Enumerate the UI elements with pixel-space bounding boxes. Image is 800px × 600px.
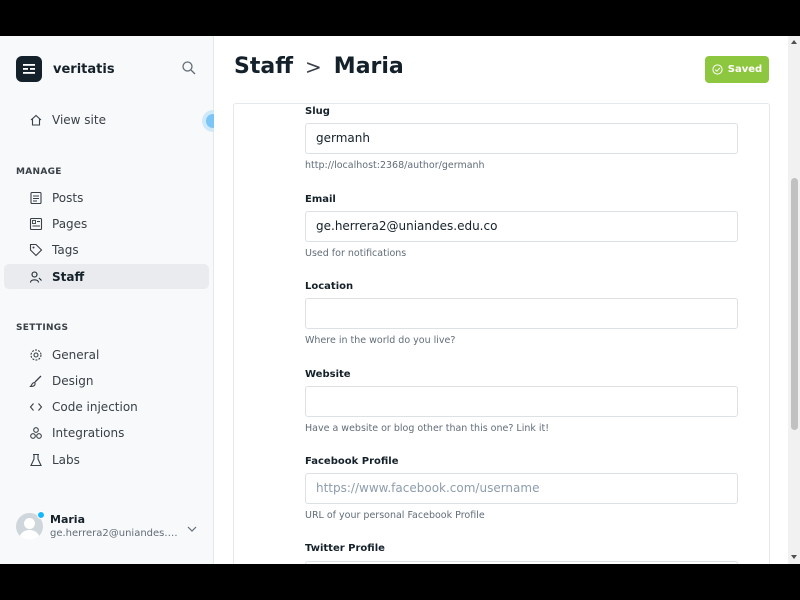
app-window: veritatis View site MANAGE Posts Pages T… xyxy=(0,36,800,564)
sidebar: veritatis View site MANAGE Posts Pages T… xyxy=(0,36,224,564)
sidebar-item-view-site[interactable]: View site xyxy=(4,107,209,132)
user-email: ge.herrera2@uniandes.edu.co xyxy=(50,528,178,539)
scrollbar[interactable] xyxy=(788,36,800,564)
sidebar-item-pages[interactable]: Pages xyxy=(4,211,209,236)
settings-section-label: SETTINGS xyxy=(16,323,69,333)
sidebar-item-design[interactable]: Design xyxy=(4,368,209,393)
sidebar-item-label: Design xyxy=(52,373,94,388)
saved-label: Saved xyxy=(727,64,763,75)
home-icon xyxy=(28,112,44,128)
breadcrumb-separator: > xyxy=(305,54,322,79)
chevron-down-icon[interactable] xyxy=(186,520,198,532)
sidebar-item-code-injection[interactable]: Code injection xyxy=(4,394,209,419)
sidebar-item-integrations[interactable]: Integrations xyxy=(4,420,209,445)
tag-icon xyxy=(28,242,44,258)
twitter-input[interactable] xyxy=(305,561,738,564)
location-input[interactable] xyxy=(305,298,738,329)
sidebar-item-label: Integrations xyxy=(52,425,125,440)
saved-button[interactable]: Saved xyxy=(705,56,769,83)
location-label: Location xyxy=(305,281,354,292)
website-input[interactable] xyxy=(305,386,738,417)
breadcrumb-staff-link[interactable]: Staff xyxy=(234,54,293,79)
user-status-badge xyxy=(37,511,45,519)
brand-name: veritatis xyxy=(53,61,115,77)
profile-form-card: Slug germanh http://localhost:2368/autho… xyxy=(233,103,770,564)
gear-icon xyxy=(28,347,44,363)
sidebar-item-label: Posts xyxy=(52,190,84,205)
check-circle-icon xyxy=(712,64,723,75)
email-field[interactable]: ge.herrera2@uniandes.edu.co xyxy=(305,211,738,242)
sidebar-item-posts[interactable]: Posts xyxy=(4,185,209,210)
search-icon[interactable] xyxy=(181,60,199,78)
sidebar-item-label: Pages xyxy=(52,216,88,231)
integrations-icon xyxy=(28,425,44,441)
brand-logo-icon xyxy=(16,56,42,82)
website-hint: Have a website or blog other than this o… xyxy=(305,423,550,434)
sidebar-item-label: General xyxy=(52,347,100,362)
sidebar-item-general[interactable]: General xyxy=(4,342,209,367)
email-label: Email xyxy=(305,194,336,205)
brand[interactable]: veritatis xyxy=(16,56,115,82)
slug-label: Slug xyxy=(305,106,330,117)
facebook-input[interactable]: https://www.facebook.com/username xyxy=(305,473,738,504)
twitter-label: Twitter Profile xyxy=(305,543,385,554)
breadcrumb: Staff > Maria xyxy=(234,54,404,79)
scroll-up-arrow-icon[interactable] xyxy=(791,40,797,44)
sidebar-item-staff[interactable]: Staff xyxy=(4,264,209,289)
scroll-thumb[interactable] xyxy=(791,178,798,430)
staff-icon xyxy=(28,269,44,285)
sidebar-item-label: View site xyxy=(52,112,106,127)
facebook-label: Facebook Profile xyxy=(305,456,399,467)
code-icon xyxy=(28,399,44,415)
posts-icon xyxy=(28,190,44,206)
sidebar-item-label: Code injection xyxy=(52,399,138,414)
slug-input[interactable]: germanh xyxy=(305,123,738,154)
brush-icon xyxy=(28,373,44,389)
scroll-down-arrow-icon[interactable] xyxy=(791,555,797,559)
sidebar-item-label: Staff xyxy=(52,269,85,284)
sidebar-item-tags[interactable]: Tags xyxy=(4,237,209,262)
email-hint: Used for notifications xyxy=(305,248,407,259)
user-name: Maria xyxy=(50,513,85,526)
slug-hint: http://localhost:2368/author/germanh xyxy=(305,160,485,171)
sidebar-item-label: Labs xyxy=(52,452,80,467)
pages-icon xyxy=(28,216,44,232)
page-title: Maria xyxy=(333,54,404,79)
sidebar-item-label: Tags xyxy=(52,242,79,257)
manage-section-label: MANAGE xyxy=(16,167,62,177)
facebook-hint: URL of your personal Facebook Profile xyxy=(305,510,485,521)
location-hint: Where in the world do you live? xyxy=(305,335,456,346)
main-content: Staff > Maria Saved Slug germanh http://… xyxy=(214,36,800,564)
flask-icon xyxy=(28,452,44,468)
website-label: Website xyxy=(305,369,351,380)
sidebar-item-labs[interactable]: Labs xyxy=(4,447,209,472)
